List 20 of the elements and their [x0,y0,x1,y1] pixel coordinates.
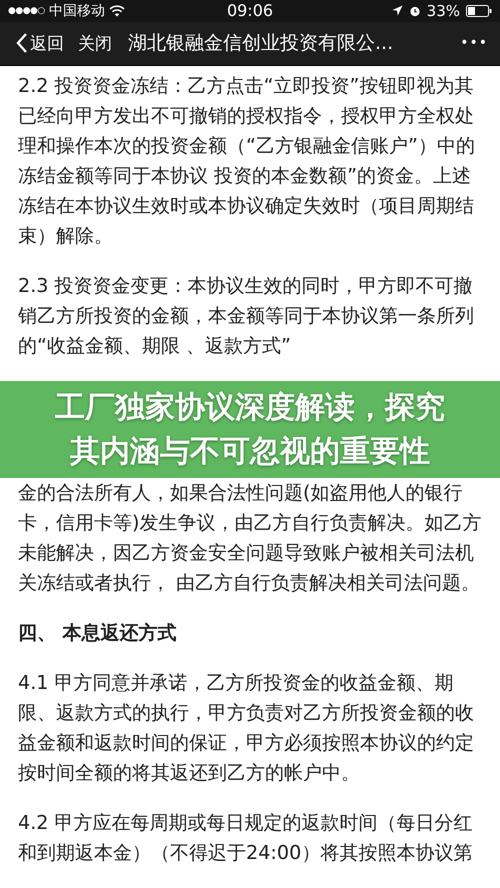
back-button[interactable]: 返回 [16,32,64,55]
alarm-clock-icon [408,4,421,17]
location-arrow-icon [392,5,403,16]
battery-icon [466,4,492,17]
close-button[interactable]: 关闭 [78,32,112,55]
clock-time: 09:06 [226,1,274,20]
carrier-name: 中国移动 [48,2,105,20]
clause-paragraph: 4.1 甲方同意并承诺，乙方所投资金的收益金额、期限、返款方式的执行，甲方负责对乙方所投资金额的收益金额和返款时间的保证，甲方必须按照本协议的约定按时间全额的将其返还到乙方的帐户中。 [18,670,475,786]
signal-indicator: ●●●●○ [8,6,45,16]
page-title: 湖北银融金信创业投资有限公... [128,31,394,56]
banner-headline: 工厂独家协议深度解读，探究其内涵与不可忽视的重要性 [54,388,446,470]
clause-paragraph: 2.3 投资资金变更：本协议生效的同时，甲方即不可撤销乙方所投资的金额，本金额等同于本协议第一条所列的“收益金额、期限 、返款方式” [18,273,475,359]
wifi-icon [108,4,125,17]
chevron-left-icon [16,33,28,54]
battery-percentage: 33% [426,2,460,20]
clause-paragraph: 4.2 甲方应在每周期或每日规定的返款时间（每日分红和到期返本金）（不得迟于24:00）将其按照本协议第 [18,810,474,866]
clause-paragraph: 金的合法所有人，如果合法性问题(如盗用他人的银行卡，信用卡等)发生争议，由乙方自行负责解决。如乙方未能解决，因乙方资金安全问题导致账户被相关司法机关冻结或者执行， 由乙方自行负责解决相关司法问题。 [18,480,482,596]
section-heading: 四、 本息返还方式 [18,620,178,646]
clause-paragraph: 2.2 投资资金冻结：乙方点击“立即投资”按钮即视为其已经向甲方发出不可撤销的授权指令，授权甲方全权处理和操作本次的投资金额（“乙方银融金信账户”）中的冻结金额等同于本协议 投资的本金数额”的资金。上述冻结在本协议生效时或本协议确定失效时（项目周期结束）解除。 [18,73,476,249]
more-menu-button[interactable]: ••• [460,35,488,52]
